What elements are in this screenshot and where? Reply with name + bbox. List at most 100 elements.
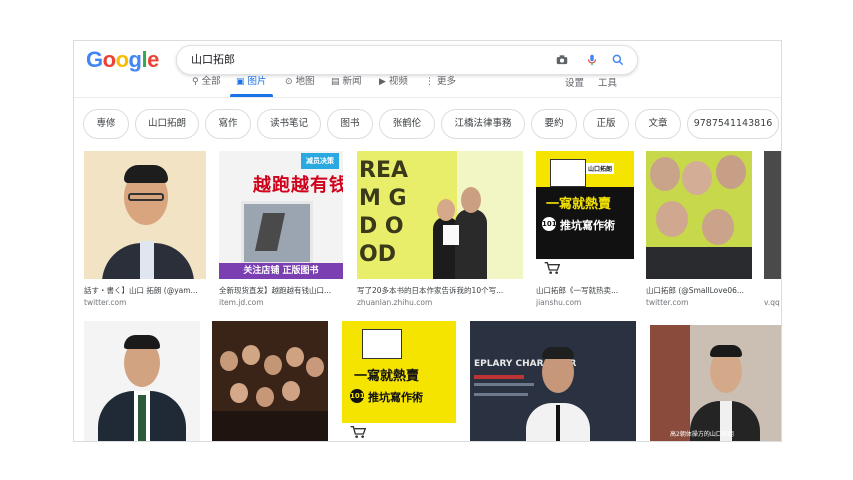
person-head bbox=[461, 187, 481, 213]
news-icon: ▤ bbox=[331, 77, 340, 87]
chip[interactable]: 读书笔记 bbox=[257, 109, 321, 139]
result-thumbnail[interactable] bbox=[84, 151, 206, 279]
result-caption[interactable]: 山口拓郎 (@SmallLove06... bbox=[646, 285, 752, 296]
person-head bbox=[306, 357, 324, 377]
tab-more[interactable]: ⋮ 更多 bbox=[425, 75, 456, 97]
person-head bbox=[656, 201, 688, 237]
camera-icon[interactable] bbox=[555, 53, 569, 67]
image-result[interactable]: 山口拓郎 (@SmallLove06... twitter.com bbox=[646, 151, 752, 311]
person-head bbox=[220, 351, 238, 371]
banner-text: REAM G D OOD bbox=[359, 158, 408, 267]
result-source: v.qq bbox=[764, 298, 780, 307]
person-head bbox=[282, 381, 300, 401]
result-thumbnail[interactable]: 减员决策 越跑越有钱 关注店铺 正版图书 bbox=[219, 151, 343, 279]
settings-link[interactable]: 设置 bbox=[565, 75, 584, 89]
tab-maps[interactable]: ⊙ 地图 bbox=[285, 75, 315, 97]
image-result[interactable]: EPLARY CHARACTER bbox=[470, 321, 636, 441]
book-number: 101 bbox=[542, 217, 557, 231]
tools-link[interactable]: 工具 bbox=[598, 75, 617, 89]
person-head bbox=[702, 209, 734, 245]
tab-news[interactable]: ▤ 新闻 bbox=[331, 75, 362, 97]
result-source: zhuanlan.zhihu.com bbox=[357, 298, 433, 307]
cart-icon bbox=[544, 262, 560, 274]
image-result[interactable]: REAM G D OOD 写了20多本书的日本作家告诉我的10个写... zhu… bbox=[357, 151, 523, 311]
tie bbox=[138, 395, 146, 441]
result-source: jianshu.com bbox=[536, 298, 582, 307]
result-thumbnail[interactable]: 高2朝体操方的山口拓朗 bbox=[650, 325, 781, 441]
chip[interactable]: 9787541143816 bbox=[687, 109, 779, 139]
cart-icon bbox=[350, 426, 366, 438]
microphone-icon[interactable] bbox=[585, 53, 599, 67]
chip[interactable]: 张鹤伦 bbox=[379, 109, 435, 139]
result-thumbnail[interactable] bbox=[84, 321, 200, 441]
image-result[interactable]: 話す・書く】山口 拓朗 (@yam... twitter.com bbox=[84, 151, 206, 311]
hair bbox=[710, 345, 742, 357]
glasses bbox=[128, 193, 164, 201]
search-icon[interactable] bbox=[611, 53, 625, 67]
video-subtitle: 高2朝体操方的山口拓朗 bbox=[670, 431, 734, 438]
person-head bbox=[437, 199, 455, 221]
speech-box bbox=[362, 329, 402, 359]
book-title: 一寫就熱賣 bbox=[546, 197, 612, 212]
book-title: 越跑越有钱 bbox=[253, 175, 343, 196]
person-head bbox=[264, 355, 282, 375]
hair bbox=[124, 335, 160, 349]
clothing bbox=[646, 247, 752, 279]
result-caption[interactable]: 全新现货直发】越跑越有钱山口... bbox=[219, 285, 343, 296]
person-head bbox=[650, 157, 680, 191]
tab-all[interactable]: ⚲ 全部 bbox=[192, 75, 221, 97]
tie bbox=[556, 405, 560, 441]
chip[interactable]: 要約 bbox=[531, 109, 577, 139]
image-icon: ▣ bbox=[236, 77, 245, 87]
book-subtitle: 推坑寫作術 bbox=[560, 219, 615, 232]
chip[interactable]: 寫作 bbox=[205, 109, 251, 139]
result-caption[interactable]: 山口拓郎《一写就热卖... bbox=[536, 285, 634, 296]
result-thumbnail[interactable]: EPLARY CHARACTER bbox=[470, 321, 636, 441]
hair bbox=[542, 347, 574, 359]
image-result[interactable] bbox=[84, 321, 200, 441]
image-result[interactable]: 山口拓朗 一寫就熱賣 101 推坑寫作術 山口拓郎《一写就热卖... jians… bbox=[536, 151, 634, 311]
chip[interactable]: 图书 bbox=[327, 109, 373, 139]
chip[interactable]: 専修 bbox=[83, 109, 129, 139]
slide-line bbox=[474, 375, 524, 379]
result-thumbnail[interactable] bbox=[764, 151, 781, 279]
result-source: twitter.com bbox=[84, 298, 127, 307]
result-source: twitter.com bbox=[646, 298, 689, 307]
result-caption[interactable]: 話す・書く】山口 拓朗 (@yam... bbox=[84, 285, 206, 296]
video-icon: ▶ bbox=[379, 77, 386, 87]
search-box[interactable] bbox=[176, 45, 638, 75]
result-caption[interactable]: 写了20多本书的日本作家告诉我的10个写... bbox=[357, 285, 523, 296]
result-thumbnail[interactable]: 山口拓朗 一寫就熱賣 101 推坑寫作術 bbox=[536, 151, 634, 279]
result-thumbnail[interactable] bbox=[646, 151, 752, 279]
chip[interactable]: 正版 bbox=[583, 109, 629, 139]
tab-videos[interactable]: ▶ 视频 bbox=[379, 75, 408, 97]
man-figure bbox=[455, 209, 487, 279]
book-banner: 关注店铺 正版图书 bbox=[219, 263, 343, 279]
book-tag: 减员决策 bbox=[301, 153, 339, 169]
slide-line bbox=[474, 393, 528, 396]
image-result[interactable]: 减员决策 越跑越有钱 关注店铺 正版图书 全新现货直发】越跑越有钱山口... i… bbox=[219, 151, 343, 311]
map-pin-icon: ⊙ bbox=[285, 77, 293, 87]
search-input[interactable] bbox=[191, 52, 521, 65]
result-thumbnail[interactable]: REAM G D OOD bbox=[357, 151, 523, 279]
image-result[interactable]: v.qq bbox=[764, 151, 781, 311]
image-result[interactable]: 一寫就熱賣 101 推坑寫作術 bbox=[342, 321, 456, 441]
chip[interactable]: 文章 bbox=[635, 109, 681, 139]
google-logo[interactable]: Google bbox=[86, 47, 159, 73]
person-head bbox=[716, 155, 746, 189]
result-source: item.jd.com bbox=[219, 298, 264, 307]
image-result[interactable]: 高2朝体操方的山口拓朗 bbox=[650, 325, 781, 441]
shirt bbox=[140, 241, 154, 279]
result-thumbnail[interactable]: 一寫就熱賣 101 推坑寫作術 bbox=[342, 321, 456, 441]
chip[interactable]: 江橋法律事務 bbox=[441, 109, 525, 139]
result-thumbnail[interactable] bbox=[212, 321, 328, 441]
hair bbox=[124, 165, 168, 183]
image-result[interactable] bbox=[212, 321, 328, 441]
more-vert-icon: ⋮ bbox=[425, 77, 434, 87]
tab-images[interactable]: ▣ 图片 bbox=[230, 75, 273, 97]
chip[interactable]: 山口拓朗 bbox=[135, 109, 199, 139]
header-divider bbox=[74, 97, 781, 98]
person-head bbox=[256, 387, 274, 407]
person-head bbox=[682, 161, 712, 195]
book-subtitle: 推坑寫作術 bbox=[368, 391, 423, 404]
